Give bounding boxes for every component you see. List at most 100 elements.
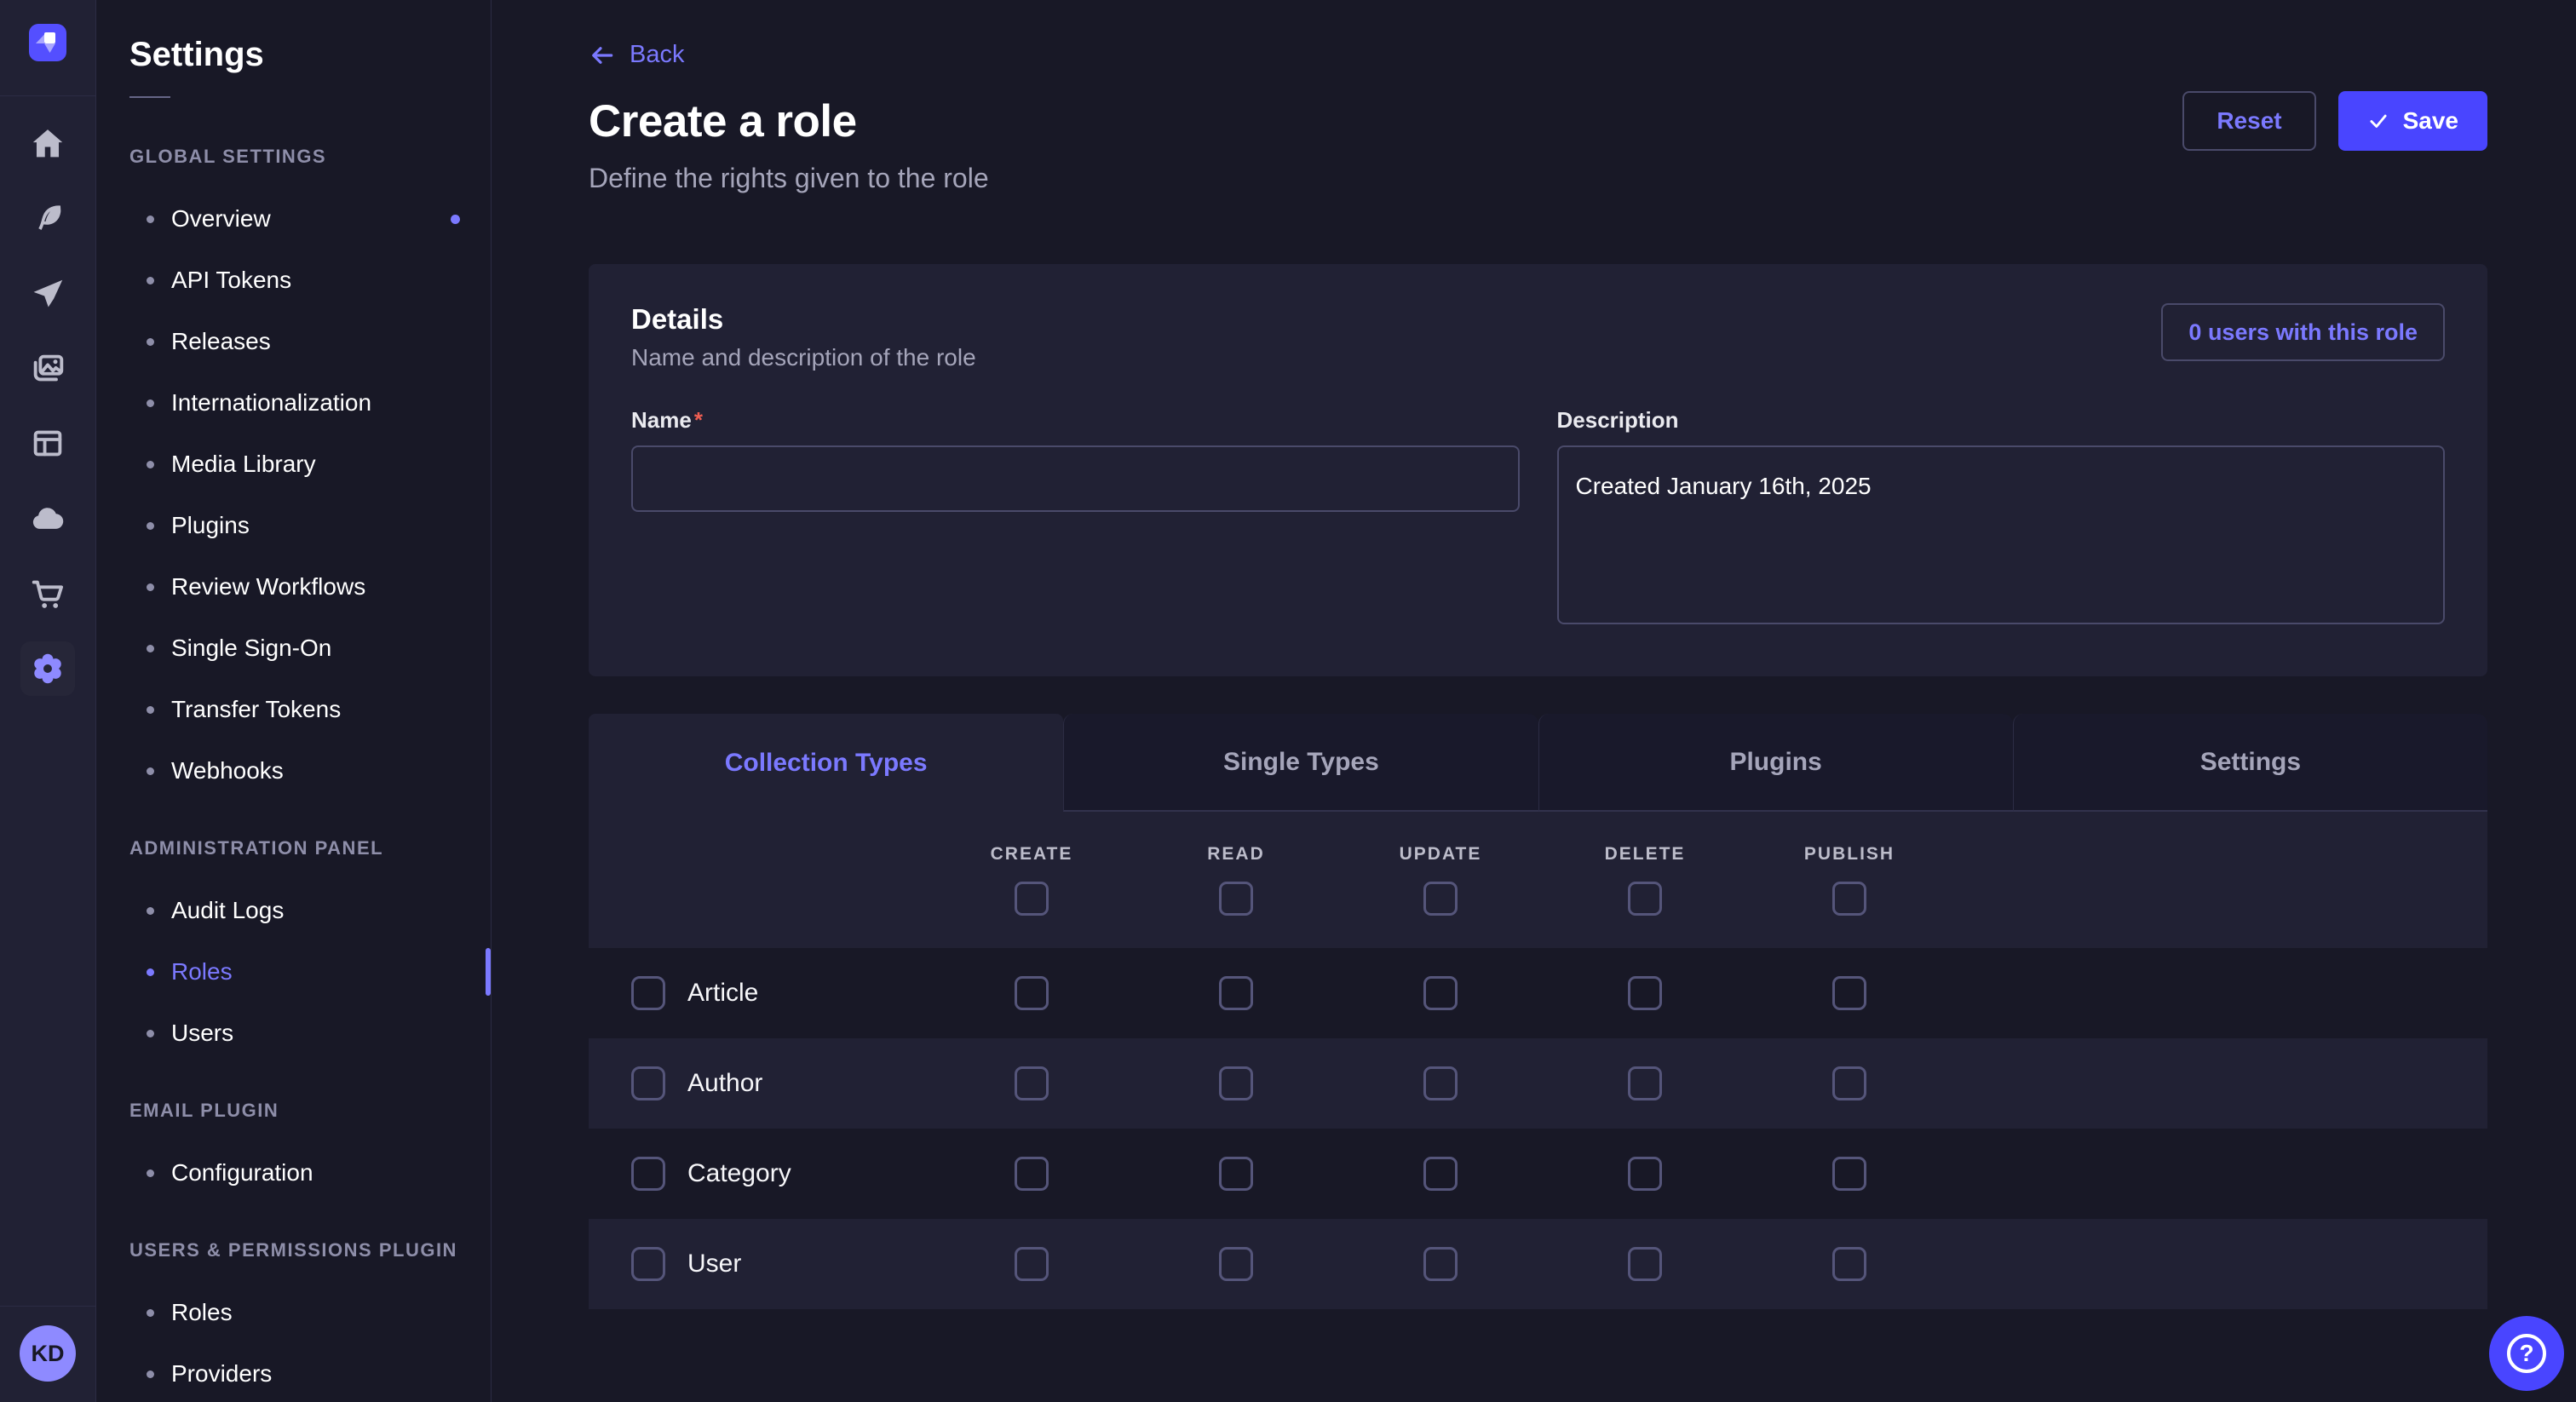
subnav-item-webhooks[interactable]: Webhooks [97,740,491,802]
permission-row-article: Article [589,948,2487,1038]
question-mark-icon: ? [2507,1334,2546,1373]
bullet [147,461,154,468]
checkbox-select-all-delete[interactable] [1628,882,1662,916]
checkbox-article-create[interactable] [1015,976,1049,1010]
bullet [147,583,154,591]
left-arrow-icon [589,42,616,69]
checkbox-user-update[interactable] [1423,1247,1458,1281]
back-link[interactable]: Back [589,41,684,69]
checkbox-user-delete[interactable] [1628,1247,1662,1281]
checkbox-select-all-update[interactable] [1423,882,1458,916]
rail-item-content-builder[interactable] [20,192,75,246]
checkbox-author-delete[interactable] [1628,1066,1662,1100]
active-indicator [486,948,491,996]
bullet [147,399,154,407]
checkbox-article-delete[interactable] [1628,976,1662,1010]
help-button[interactable]: ? [2489,1316,2564,1391]
main-content: Back Create a role Reset Save Define the… [492,0,2576,1402]
rail-item-settings[interactable] [20,641,75,696]
subnav-item-media-library[interactable]: Media Library [97,434,491,495]
rail-item-releases[interactable] [20,267,75,321]
rail-bottom: KD [0,1306,95,1402]
checkbox-article-publish[interactable] [1832,976,1866,1010]
rail-item-home[interactable] [20,117,75,171]
gear-icon [28,649,67,688]
page-title: Create a role [589,95,857,147]
checkbox-author-all[interactable] [631,1066,665,1100]
checkbox-author-update[interactable] [1423,1066,1458,1100]
tab-collection-types[interactable]: Collection Types [589,714,1063,812]
header-actions: Reset Save [2182,91,2487,151]
rail-item-deploy-cloud[interactable] [20,491,75,546]
checkbox-user-publish[interactable] [1832,1247,1866,1281]
checkbox-select-all-publish[interactable] [1832,882,1866,916]
subnav-item-review-workflows[interactable]: Review Workflows [97,556,491,618]
subnav-item-releases[interactable]: Releases [97,311,491,372]
subnav-item-roles-up[interactable]: Roles [97,1282,491,1343]
checkbox-category-delete[interactable] [1628,1157,1662,1191]
checkbox-user-create[interactable] [1015,1247,1049,1281]
subnav-item-roles-admin[interactable]: Roles [97,941,491,1003]
checkbox-category-create[interactable] [1015,1157,1049,1191]
bullet [147,1030,154,1037]
checkbox-category-all[interactable] [631,1157,665,1191]
checkbox-category-read[interactable] [1219,1157,1253,1191]
home-icon [28,124,67,164]
checkbox-category-publish[interactable] [1832,1157,1866,1191]
subnav-item-providers[interactable]: Providers [97,1343,491,1402]
checkbox-article-all[interactable] [631,976,665,1010]
tab-plugins[interactable]: Plugins [1538,714,2013,812]
details-card: Details Name and description of the role… [589,264,2487,676]
user-avatar[interactable]: KD [20,1325,76,1382]
tab-single-types[interactable]: Single Types [1063,714,1538,812]
bullet [147,706,154,714]
subnav-item-plugins[interactable]: Plugins [97,495,491,556]
checkbox-select-all-create[interactable] [1015,882,1049,916]
checkbox-author-read[interactable] [1219,1066,1253,1100]
permissions-section: Collection Types Single Types Plugins Se… [589,714,2487,1309]
subnav-item-users[interactable]: Users [97,1003,491,1064]
media-library-icon [28,349,67,388]
checkbox-article-read[interactable] [1219,976,1253,1010]
rail-item-content-manager[interactable] [20,417,75,471]
subnav-item-audit-logs[interactable]: Audit Logs [97,880,491,941]
strapi-logo[interactable] [29,24,66,61]
rail-item-media-library[interactable] [20,342,75,396]
section-global-settings: GLOBAL SETTINGS [129,146,491,168]
reset-button[interactable]: Reset [2182,91,2315,151]
subnav-item-internationalization[interactable]: Internationalization [97,372,491,434]
details-subtitle: Name and description of the role [631,344,976,371]
subnav-item-single-sign-on[interactable]: Single Sign-On [97,618,491,679]
tab-settings[interactable]: Settings [2013,714,2487,812]
checkbox-user-read[interactable] [1219,1247,1253,1281]
notification-dot [451,215,460,224]
name-input[interactable] [631,445,1520,512]
description-textarea[interactable]: Created January 16th, 2025 [1557,445,2446,624]
cloud-icon [28,499,67,538]
details-fields: Name* Description Created January 16th, … [631,407,2445,629]
subnav-item-api-tokens[interactable]: API Tokens [97,250,491,311]
rail-item-marketplace[interactable] [20,566,75,621]
strapi-admin-app: KD Settings GLOBAL SETTINGS Overview API… [0,0,2576,1402]
checkbox-author-publish[interactable] [1832,1066,1866,1100]
name-label: Name* [631,407,1520,434]
permission-row-category: Category [589,1129,2487,1219]
checkbox-article-update[interactable] [1423,976,1458,1010]
column-header-read: READ [1207,844,1265,865]
checkbox-category-update[interactable] [1423,1157,1458,1191]
subnav-item-overview[interactable]: Overview [97,188,491,250]
bullet [147,968,154,976]
strapi-logo-icon [29,24,66,61]
subnav-item-configuration[interactable]: Configuration [97,1142,491,1204]
checkbox-select-all-read[interactable] [1219,882,1253,916]
column-header-create: CREATE [991,844,1073,865]
permissions-tabs: Collection Types Single Types Plugins Se… [589,714,2487,812]
checkbox-user-all[interactable] [631,1247,665,1281]
bullet [147,767,154,775]
rail-divider-top [0,95,96,96]
subnav-title-rule [129,96,170,98]
save-button[interactable]: Save [2338,91,2487,151]
checkbox-author-create[interactable] [1015,1066,1049,1100]
subnav-item-transfer-tokens[interactable]: Transfer Tokens [97,679,491,740]
users-count-button[interactable]: 0 users with this role [2161,303,2445,361]
